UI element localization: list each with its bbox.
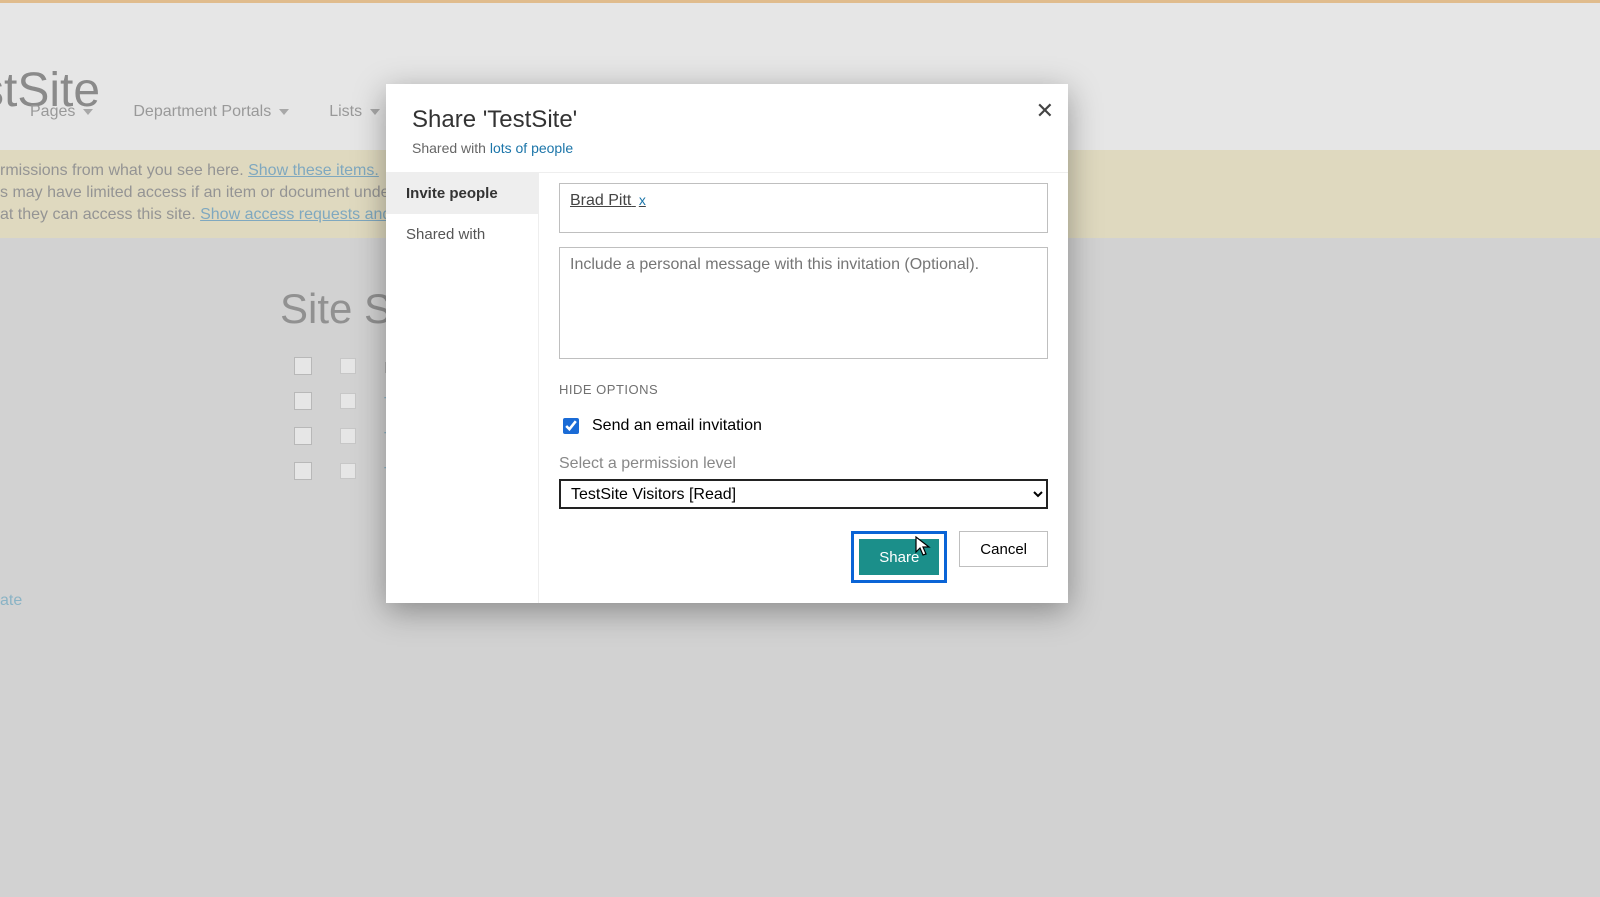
close-icon[interactable]: ✕ (1036, 98, 1054, 124)
hide-options-toggle[interactable]: HIDE OPTIONS (559, 382, 1048, 397)
shared-with-prefix: Shared with (412, 140, 490, 156)
message-input[interactable] (559, 247, 1048, 359)
dialog-form: Brad Pitt x HIDE OPTIONS Send an email i… (539, 173, 1068, 603)
share-dialog: ✕ Share 'TestSite' Shared with lots of p… (386, 84, 1068, 603)
send-email-checkbox[interactable] (563, 418, 579, 434)
share-button[interactable]: Share (859, 539, 939, 575)
lots-of-people-link[interactable]: lots of people (490, 140, 573, 156)
remove-person-icon[interactable]: x (639, 192, 646, 208)
cancel-button[interactable]: Cancel (959, 531, 1048, 567)
permission-label: Select a permission level (559, 455, 1048, 473)
person-name: Brad Pitt (570, 192, 631, 209)
share-button-highlight: Share (851, 531, 947, 583)
tab-shared-with[interactable]: Shared with (386, 214, 538, 255)
send-email-label: Send an email invitation (592, 417, 762, 435)
person-chip[interactable]: Brad Pitt x (570, 192, 646, 209)
dialog-title: Share 'TestSite' (386, 84, 1068, 140)
tab-invite-people[interactable]: Invite people (386, 173, 538, 214)
people-picker[interactable]: Brad Pitt x (559, 183, 1048, 233)
dialog-tabs: Invite people Shared with (386, 173, 539, 603)
permission-select[interactable]: TestSite Visitors [Read] (559, 479, 1048, 509)
dialog-subtitle: Shared with lots of people (386, 140, 1068, 172)
